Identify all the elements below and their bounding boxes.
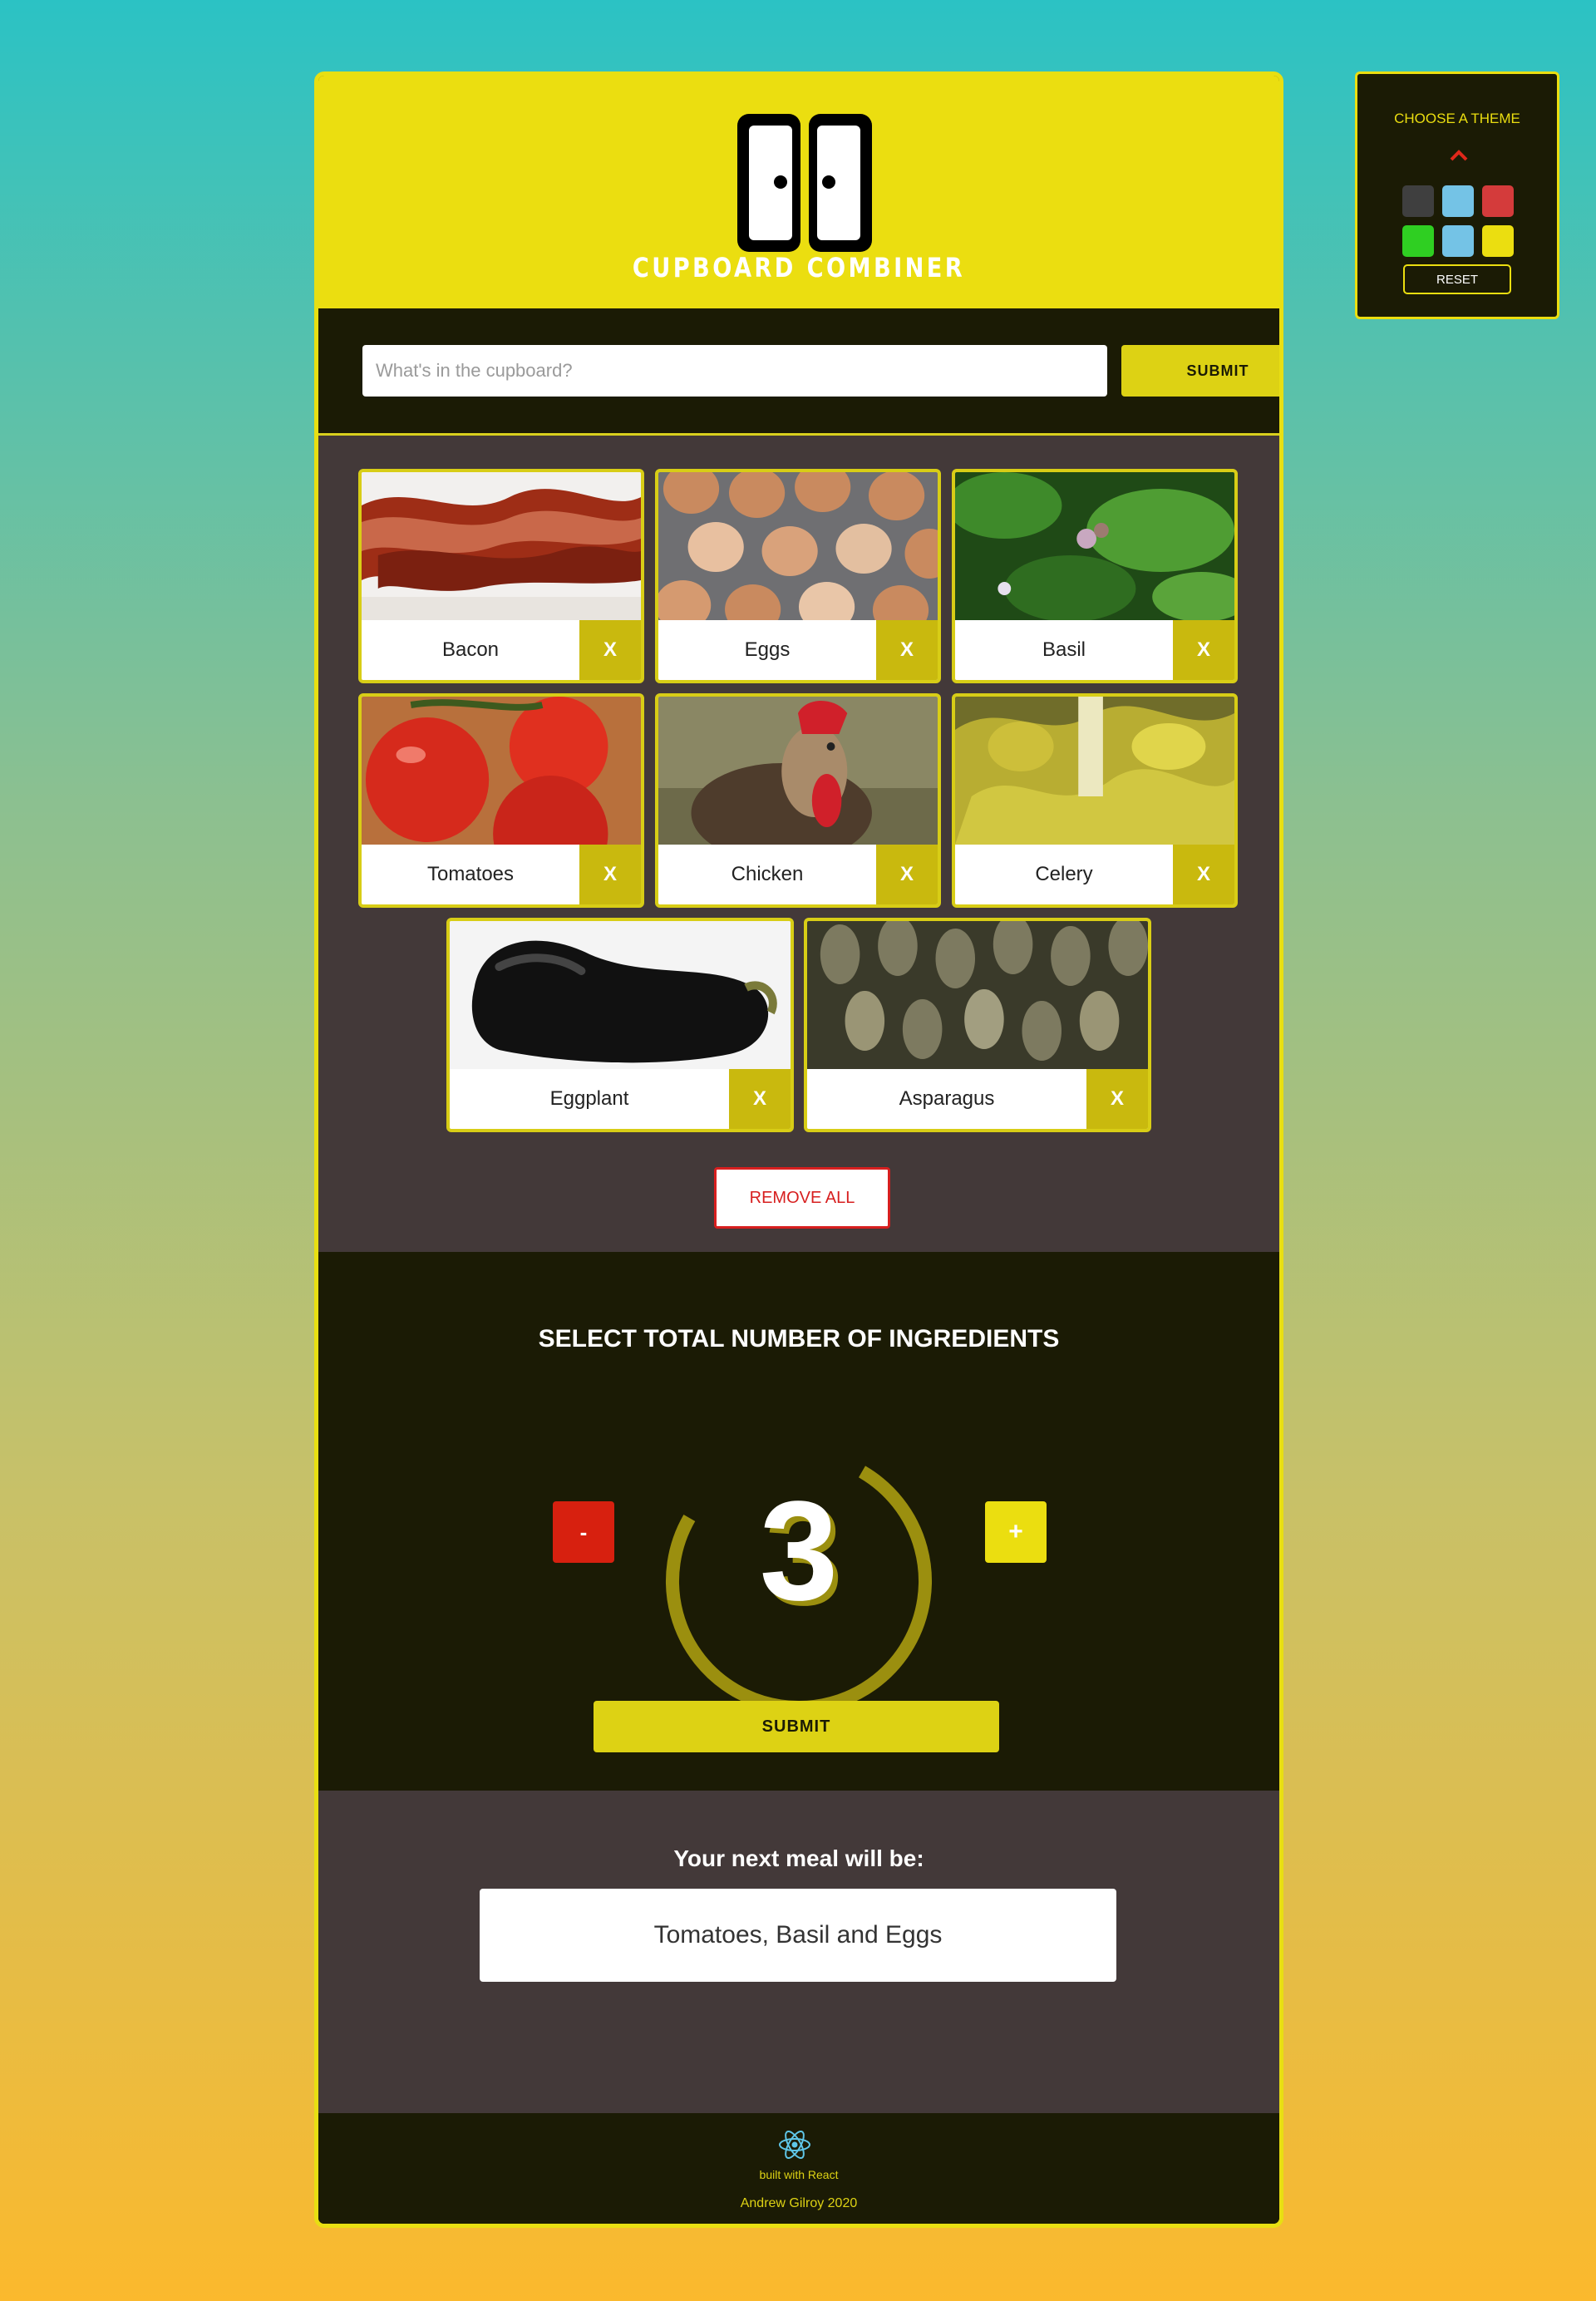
ingredient-card: Asparagus X (804, 918, 1151, 1132)
footer: built with React Andrew Gilroy 2020 (318, 2113, 1279, 2224)
search-input[interactable] (362, 345, 1107, 397)
theme-panel: CHOOSE A THEME RESET (1355, 71, 1559, 319)
remove-ingredient-button[interactable]: X (876, 620, 938, 680)
cupboard-logo-icon (734, 112, 875, 254)
bacon-image (362, 472, 641, 620)
result-panel: Your next meal will be: Tomatoes, Basil … (318, 1791, 1279, 2113)
ingredient-name: Basil (1042, 638, 1086, 661)
ingredient-card: Bacon X (358, 469, 644, 683)
ingredient-card: Tomatoes X (358, 693, 644, 908)
theme-swatch-light-blue[interactable] (1442, 225, 1474, 257)
chevron-up-icon[interactable] (1449, 149, 1469, 162)
ingredient-card: Eggplant X (446, 918, 794, 1132)
ingredient-name: Eggs (744, 638, 791, 661)
eggs-image (658, 472, 938, 620)
ingredient-card: Eggs X (655, 469, 941, 683)
theme-swatch-dark[interactable] (1402, 185, 1434, 217)
theme-swatch-yellow[interactable] (1482, 225, 1514, 257)
tomatoes-image (362, 697, 641, 845)
author-text: Andrew Gilroy 2020 (740, 2196, 858, 2210)
theme-reset-button[interactable]: RESET (1403, 264, 1511, 294)
ingredient-name: Chicken (731, 863, 804, 885)
ingredient-card: Basil X (952, 469, 1238, 683)
search-bar: SUBMIT (318, 308, 1279, 436)
theme-title: CHOOSE A THEME (1394, 111, 1520, 126)
theme-swatch-blue[interactable] (1442, 185, 1474, 217)
remove-ingredient-button[interactable]: X (1173, 620, 1234, 680)
meal-result: Tomatoes, Basil and Eggs (480, 1889, 1116, 1982)
theme-swatch-green[interactable] (1402, 225, 1434, 257)
logo-text: CUPBOARD COMBINER (632, 252, 966, 283)
remove-ingredient-button[interactable]: X (876, 845, 938, 904)
result-title: Your next meal will be: (673, 1845, 924, 1871)
ingredient-name: Eggplant (549, 1087, 629, 1110)
remove-ingredient-button[interactable]: X (579, 620, 641, 680)
remove-ingredient-button[interactable]: X (1086, 1069, 1148, 1129)
ingredient-name: Tomatoes (426, 863, 515, 885)
submit-count-button[interactable]: SUBMIT (594, 1701, 999, 1752)
asparagus-image (807, 921, 1148, 1069)
increment-button[interactable]: + (985, 1501, 1047, 1563)
ingredient-name: Bacon (441, 638, 500, 661)
ingredient-card: Chicken X (655, 693, 941, 908)
remove-ingredient-button[interactable]: X (1173, 845, 1234, 904)
ingredients-panel: Bacon X Eggs X Basil X Tomatoes X Chicke… (318, 436, 1279, 1252)
submit-ingredient-button[interactable]: SUBMIT (1121, 345, 1279, 397)
basil-image (955, 472, 1234, 620)
ingredient-count: 3 (759, 1472, 839, 1630)
chicken-image (658, 697, 938, 845)
built-with-text: built with React (759, 2168, 839, 2181)
remove-ingredient-button[interactable]: X (579, 845, 641, 904)
react-icon (779, 2131, 810, 2159)
header: CUPBOARD COMBINER (318, 76, 1279, 308)
ingredient-name: Asparagus (899, 1087, 995, 1110)
remove-all-button[interactable]: REMOVE ALL (714, 1167, 890, 1229)
selector-title: SELECT TOTAL NUMBER OF INGREDIENTS (538, 1325, 1060, 1353)
ingredient-count-selector: SELECT TOTAL NUMBER OF INGREDIENTS - 3 +… (318, 1252, 1279, 1791)
theme-swatch-red[interactable] (1482, 185, 1514, 217)
celery-image (955, 697, 1234, 845)
remove-ingredient-button[interactable]: X (729, 1069, 791, 1129)
app-container: CUPBOARD COMBINER SUBMIT Bacon X (314, 71, 1283, 2228)
eggplant-image (450, 921, 791, 1069)
ingredient-card: Celery X (952, 693, 1238, 908)
ingredient-name: Celery (1035, 863, 1093, 885)
